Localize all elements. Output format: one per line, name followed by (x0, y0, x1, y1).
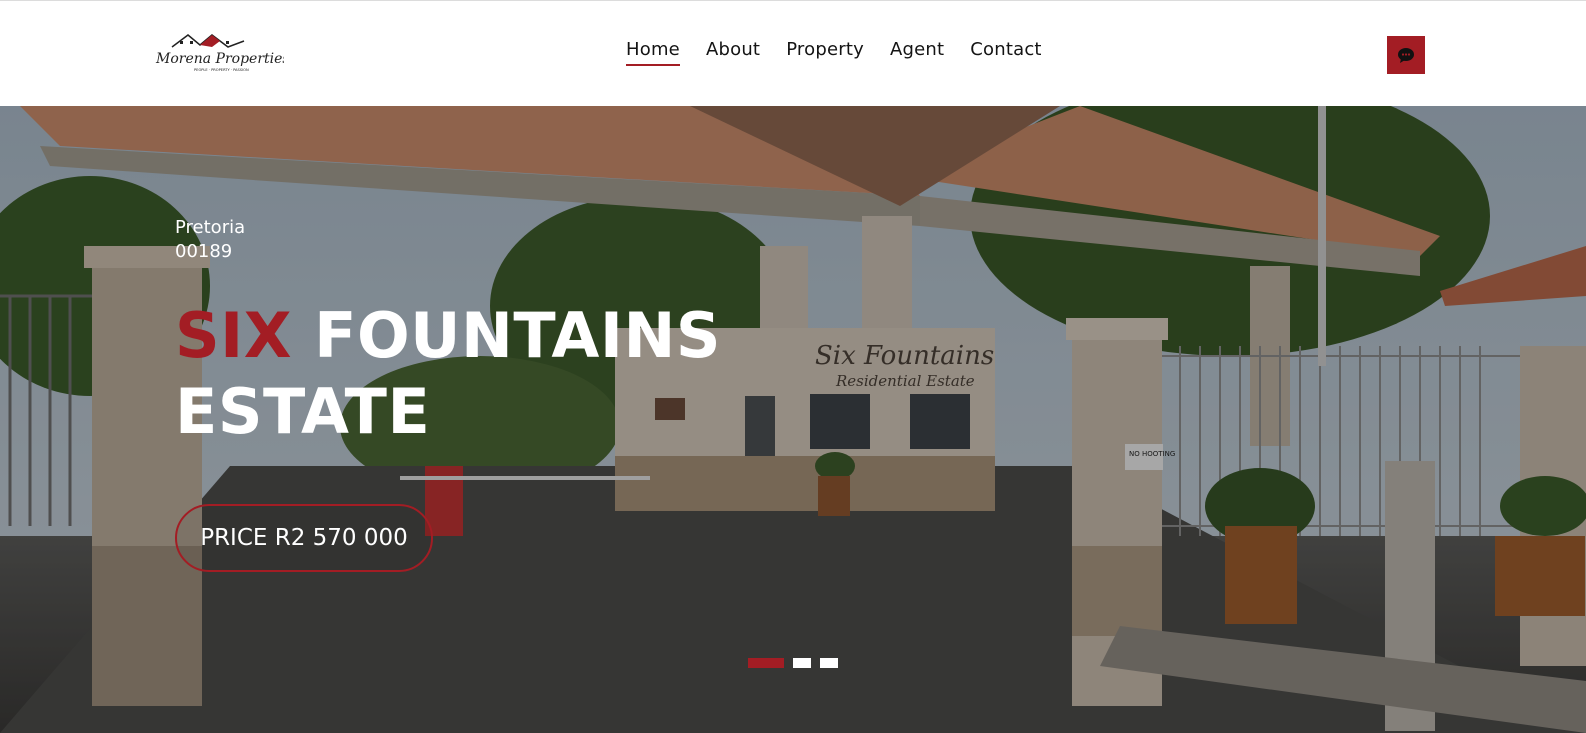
nav-home[interactable]: Home (626, 39, 680, 66)
brand-logo[interactable]: Morena Properties PEOPLE · PROPERTY · PA… (154, 31, 290, 75)
chat-bubble-icon (1398, 48, 1414, 63)
logo-wordmark: Morena Properties (155, 51, 284, 67)
slider-dot-1[interactable] (748, 658, 784, 668)
slider-dots (748, 658, 838, 668)
nav-about[interactable]: About (706, 39, 760, 66)
title-word-line2: ESTATE (175, 375, 431, 448)
slider-dot-2[interactable] (793, 658, 811, 668)
nav-agent[interactable]: Agent (890, 39, 944, 66)
title-accent-word: SIX (175, 299, 293, 372)
nav-property[interactable]: Property (786, 39, 864, 66)
location-city: Pretoria (175, 217, 246, 238)
chat-button[interactable] (1387, 36, 1425, 74)
site-header: Morena Properties PEOPLE · PROPERTY · PA… (0, 0, 1586, 106)
location-postcode: 00189 (175, 241, 233, 262)
slider-dot-3[interactable] (820, 658, 838, 668)
house-roof-logo-icon: Morena Properties PEOPLE · PROPERTY · PA… (155, 34, 290, 72)
hero-slider: Six Fountains Residential Estate NO HOOT… (0, 106, 1586, 733)
property-title: SIX FOUNTAINS ESTATE (175, 298, 721, 450)
main-nav: Home About Property Agent Contact (626, 39, 1068, 66)
price-button[interactable]: PRICE R2 570 000 (175, 504, 433, 572)
title-word-line1: FOUNTAINS (314, 299, 721, 372)
nav-contact[interactable]: Contact (970, 39, 1041, 66)
logo-tagline: PEOPLE · PROPERTY · PASSION (194, 68, 249, 72)
property-location: Pretoria 00189 (175, 216, 245, 264)
